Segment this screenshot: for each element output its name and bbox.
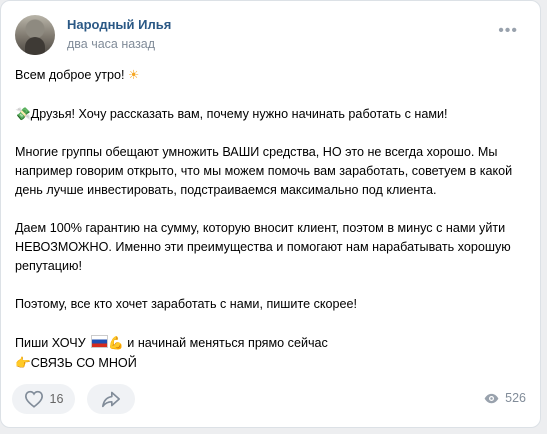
post-card: Народный Илья два часа назад ••• Всем до… [0, 0, 541, 428]
author-name[interactable]: Народный Илья [67, 17, 171, 32]
author-avatar[interactable] [15, 15, 55, 55]
post-text: Всем доброе утро! ☀ 💸Друзья! Хочу расска… [15, 65, 530, 373]
greeting-line: Всем доброе утро! ☀ [15, 65, 530, 85]
contact-line: 👉СВЯЗЬ СО МНОЙ [15, 353, 530, 373]
pointing-hand-emoji-icon: 👉 [15, 355, 31, 370]
like-count: 16 [49, 392, 64, 406]
intro-text: Друзья! Хочу рассказать вам, почему нужн… [30, 107, 448, 121]
cta-suffix: и начинай меняться прямо сейчас [123, 336, 328, 350]
post-footer: 16 526 [12, 384, 526, 414]
paragraph-2: Даем 100% гарантию на сумму, которую вно… [15, 221, 511, 273]
paragraph-1: Многие группы обещают умножить ВАШИ сред… [15, 145, 513, 197]
russia-flag-emoji-icon [91, 335, 109, 348]
heart-icon [24, 390, 43, 408]
cta-line: Пиши ХОЧУ 💪 и начинай меняться прямо сей… [15, 333, 530, 353]
sun-emoji-icon: ☀ [128, 67, 140, 82]
flexed-biceps-emoji-icon: 💪 [108, 335, 124, 350]
eye-icon [484, 393, 499, 403]
greeting-text: Всем доброе утро! [15, 68, 129, 82]
share-button[interactable] [87, 384, 135, 414]
contact-link[interactable]: СВЯЗЬ СО МНОЙ [31, 356, 137, 370]
money-with-wings-emoji-icon: 💸 [15, 106, 31, 121]
share-icon [102, 391, 120, 408]
paragraph-3: Поэтому, все кто хочет заработать с нами… [15, 297, 358, 311]
more-options-icon[interactable]: ••• [498, 23, 518, 39]
post-time[interactable]: два часа назад [67, 37, 155, 51]
views-count: 526 [505, 391, 526, 405]
cta-prefix: Пиши ХОЧУ [15, 336, 90, 350]
intro-line: 💸Друзья! Хочу рассказать вам, почему нуж… [15, 104, 530, 124]
views-counter: 526 [484, 391, 526, 405]
like-button[interactable]: 16 [12, 384, 75, 414]
